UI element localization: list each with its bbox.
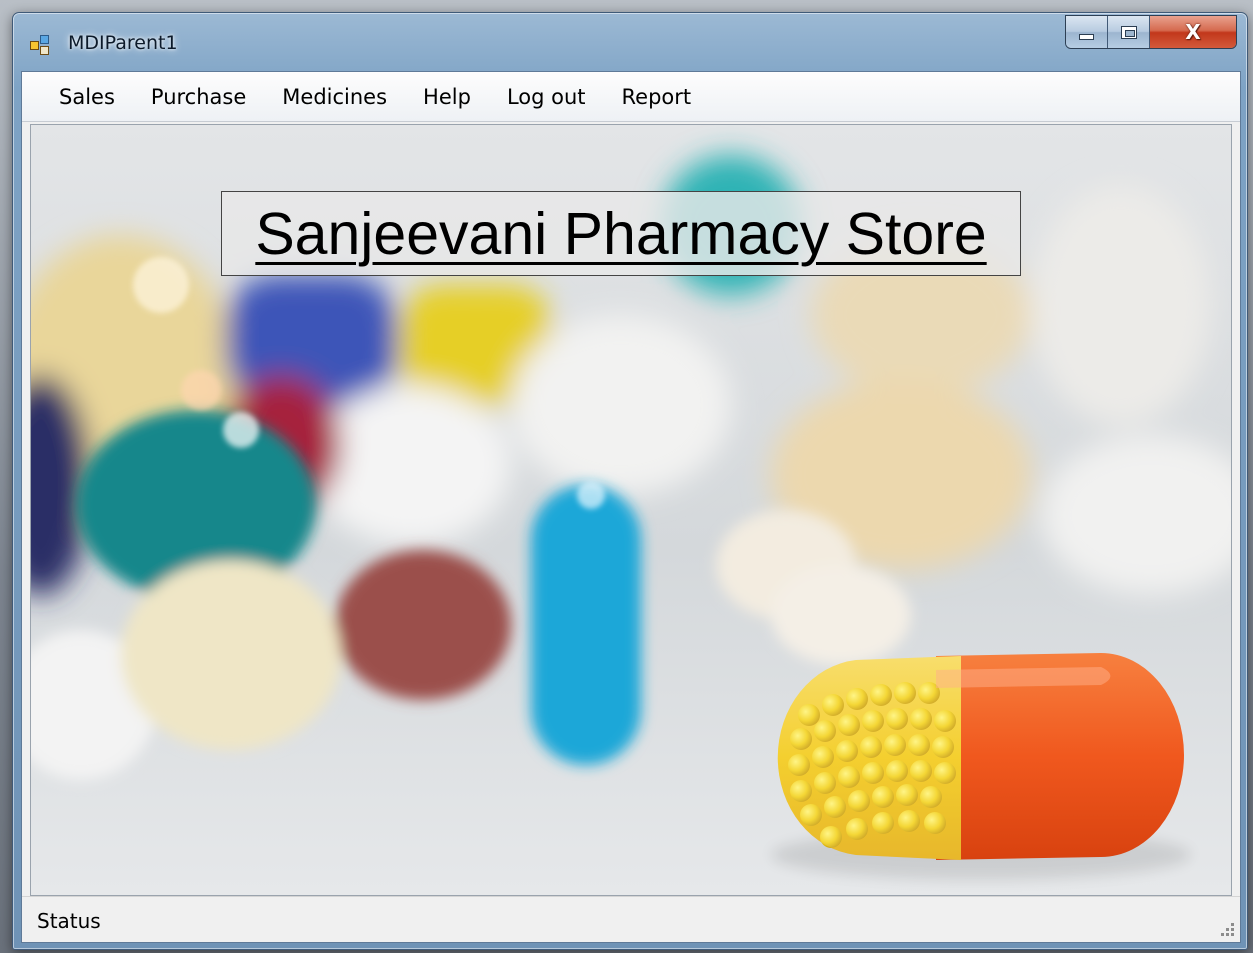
maximize-icon	[1120, 25, 1137, 39]
close-button[interactable]: X	[1150, 16, 1236, 48]
menu-item-sales[interactable]: Sales	[47, 79, 127, 115]
status-label: Status	[37, 909, 101, 933]
minimize-icon	[1079, 33, 1094, 40]
client-area: Sales Purchase Medicines Help Log out Re…	[21, 71, 1241, 943]
size-grip-icon[interactable]	[1218, 920, 1234, 936]
menu-bar: Sales Purchase Medicines Help Log out Re…	[22, 72, 1240, 122]
caption-buttons: X	[1065, 15, 1237, 49]
menu-item-purchase[interactable]: Purchase	[139, 79, 258, 115]
window-title: MDIParent1	[68, 32, 178, 54]
mdi-parent-window: MDIParent1 X Sales Purchase Medicines He…	[12, 12, 1248, 950]
menu-item-medicines[interactable]: Medicines	[270, 79, 399, 115]
store-title-label: Sanjeevani Pharmacy Store	[221, 191, 1021, 276]
capsule-graphic	[771, 653, 1191, 880]
title-bar[interactable]: MDIParent1 X	[13, 13, 1247, 71]
menu-item-help[interactable]: Help	[411, 79, 483, 115]
menu-item-logout[interactable]: Log out	[495, 79, 598, 115]
minimize-button[interactable]	[1066, 16, 1108, 48]
mdi-form-icon	[30, 35, 52, 57]
status-bar: Status	[22, 896, 1240, 942]
close-icon: X	[1185, 20, 1201, 44]
maximize-button[interactable]	[1108, 16, 1150, 48]
mdi-background-area: Sanjeevani Pharmacy Store	[30, 124, 1232, 896]
menu-item-report[interactable]: Report	[610, 79, 704, 115]
